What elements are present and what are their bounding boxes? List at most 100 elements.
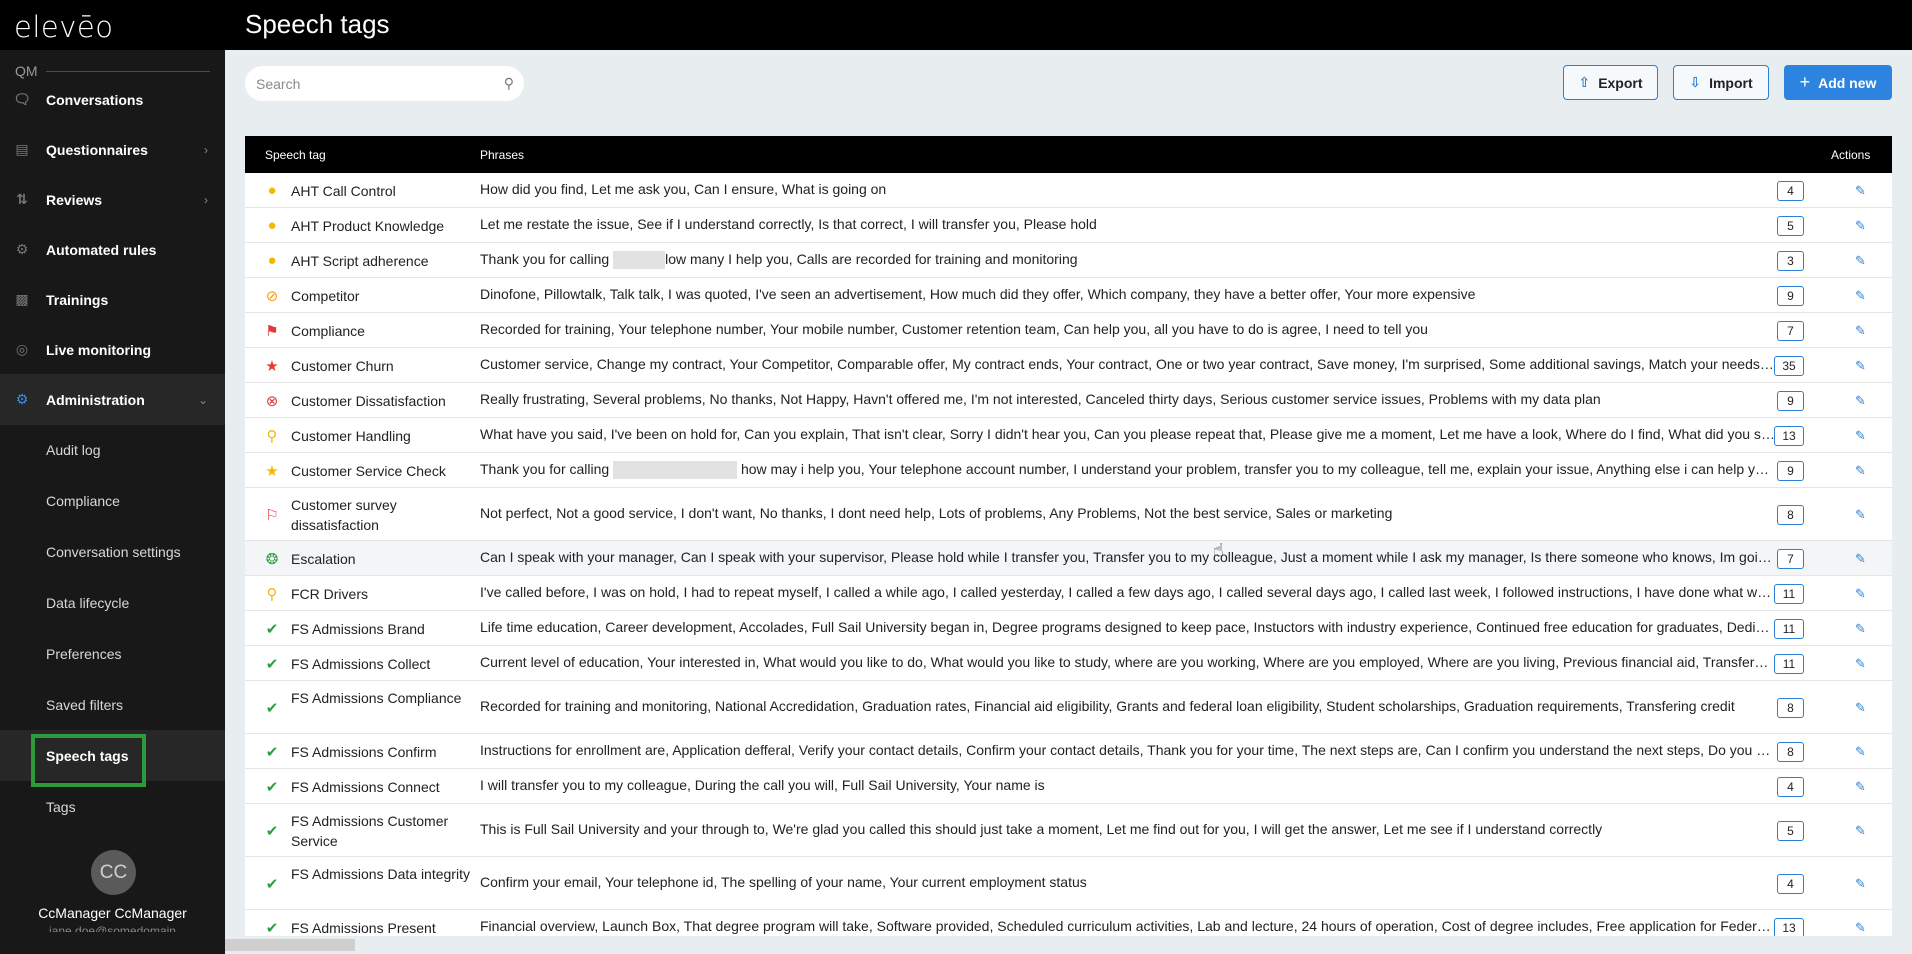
export-button[interactable]: ⇧ Export xyxy=(1563,65,1658,100)
check-icon: ✔ xyxy=(265,875,279,893)
table-row[interactable]: ✔ FS Admissions Compliance Recorded for tr… xyxy=(245,681,1892,734)
sidebar-subitem-compliance[interactable]: Compliance xyxy=(0,475,225,526)
sidebar-subitem-data-lifecycle[interactable]: Data lifecycle xyxy=(0,577,225,628)
speech-tag-phrases: Confirm your email, Your telephone id, T… xyxy=(480,873,1087,890)
table-row[interactable]: ● AHT Script adherence Thank you for calli… xyxy=(245,243,1892,278)
table-row[interactable]: ★ Customer Churn Customer service, Change … xyxy=(245,348,1892,383)
edit-icon[interactable]: ✎ xyxy=(1855,463,1866,479)
search-box[interactable]: ⚲ xyxy=(245,66,524,101)
avatar[interactable]: CC xyxy=(91,850,136,895)
edit-icon[interactable]: ✎ xyxy=(1855,779,1866,795)
phrase-count-badge: 8 xyxy=(1777,741,1804,762)
speech-tag-name: FS Admissions Confirm xyxy=(291,744,437,760)
table-row[interactable]: ✔ FS Admissions Brand Life time education,… xyxy=(245,611,1892,646)
check-icon: ✔ xyxy=(265,743,279,761)
table-row[interactable]: ● AHT Call Control How did you find, Let m… xyxy=(245,173,1892,208)
phrases-text: low many I help you, Calls are recorded … xyxy=(665,250,1078,267)
table-row[interactable]: ✔ FS Admissions Connect I will transfer yo… xyxy=(245,769,1892,804)
table-row[interactable]: ⚲ Customer Handling What have you said, I'… xyxy=(245,418,1892,453)
speech-tag-name: FS Admissions Brand xyxy=(291,621,425,637)
table-header: Speech tag Phrases Actions xyxy=(245,136,1892,173)
sidebar-item-automated-rules[interactable]: ⚙ Automated rules xyxy=(0,224,225,275)
sidebar-item-reviews[interactable]: ⇅ Reviews › xyxy=(0,174,225,225)
sidebar-item-administration[interactable]: ⚙ Administration ⌄ xyxy=(0,374,225,425)
edit-icon[interactable]: ✎ xyxy=(1855,288,1866,304)
edit-icon[interactable]: ✎ xyxy=(1855,507,1866,523)
table-row[interactable]: ★ Customer Service Check Thank you for cal… xyxy=(245,453,1892,488)
table-row[interactable]: ✔ FS Admissions Confirm Instructions for e… xyxy=(245,734,1892,769)
edit-icon[interactable]: ✎ xyxy=(1855,253,1866,269)
sidebar-subitem-tags[interactable]: Tags xyxy=(0,781,225,832)
edit-icon[interactable]: ✎ xyxy=(1855,393,1866,409)
edit-icon[interactable]: ✎ xyxy=(1855,920,1866,936)
sidebar-subitem-speech-tags[interactable]: Speech tags xyxy=(0,730,225,787)
search-input[interactable] xyxy=(256,75,486,92)
edit-icon[interactable]: ✎ xyxy=(1855,823,1866,839)
edit-icon[interactable]: ✎ xyxy=(1855,744,1866,760)
column-header-speech-tag[interactable]: Speech tag xyxy=(265,148,326,162)
sidebar-item-label: Automated rules xyxy=(46,241,157,258)
sidebar-subitem-audit-log[interactable]: Audit log xyxy=(0,424,225,475)
speech-tag-name: FS Admissions Connect xyxy=(291,779,440,795)
edit-icon[interactable]: ✎ xyxy=(1855,358,1866,374)
mouse-cursor-icon: ☝ xyxy=(1213,540,1224,560)
table-row[interactable]: ✔ FS Admissions Customer Service This is F… xyxy=(245,804,1892,857)
logo[interactable]: elevēo xyxy=(14,10,114,44)
star-icon: ★ xyxy=(265,357,279,375)
speech-tag-phrases: Dinofone, Pillowtalk, Talk talk, I was q… xyxy=(480,285,1476,302)
speech-tag-phrases: Current level of education, Your interes… xyxy=(480,653,1775,670)
sidebar-subitem-label: Saved filters xyxy=(46,696,124,713)
table-row[interactable]: ✔ FS Admissions Collect Current level of e… xyxy=(245,646,1892,681)
import-button[interactable]: ⇩ Import xyxy=(1673,65,1769,100)
sidebar-item-conversations[interactable]: 🗨 Conversations xyxy=(0,74,225,125)
edit-icon[interactable]: ✎ xyxy=(1855,183,1866,199)
table-row[interactable]: ⊗ Customer Dissatisfaction Really frustrat… xyxy=(245,383,1892,418)
table-row[interactable]: ❂ Escalation Can I speak with your manager… xyxy=(245,541,1892,576)
phrase-count-badge: 5 xyxy=(1777,215,1804,236)
sidebar-item-label: Reviews xyxy=(46,191,103,208)
sidebar-subitem-preferences[interactable]: Preferences xyxy=(0,628,225,679)
sidebar-subitem-saved-filters[interactable]: Saved filters xyxy=(0,679,225,730)
speech-tag-phrases: Recorded for training, Your telephone nu… xyxy=(480,320,1428,337)
table-row[interactable]: ✔ FS Admissions Data integrity Confirm you… xyxy=(245,857,1892,910)
sidebar-item-questionnaires[interactable]: ▤ Questionnaires › xyxy=(0,124,225,175)
edit-icon[interactable]: ✎ xyxy=(1855,551,1866,567)
check-icon: ✔ xyxy=(265,822,279,840)
phrase-count-badge: 13 xyxy=(1774,917,1804,936)
phrase-count-badge: 3 xyxy=(1777,250,1804,271)
table-row[interactable]: ⚲ FCR Drivers I've called before, I was on… xyxy=(245,576,1892,611)
check-icon: ✔ xyxy=(265,620,279,638)
scrollbar-thumb[interactable] xyxy=(225,939,355,951)
table-row[interactable]: ⚐ Customer survey dissatisfaction Not perf… xyxy=(245,488,1892,541)
phrase-count-badge: 5 xyxy=(1777,820,1804,841)
sidebar: QM 🗨 Conversations ▤ Questionnaires › ⇅ Review… xyxy=(0,50,225,954)
edit-icon[interactable]: ✎ xyxy=(1855,621,1866,637)
edit-icon[interactable]: ✎ xyxy=(1855,700,1866,716)
edit-icon[interactable]: ✎ xyxy=(1855,656,1866,672)
edit-icon[interactable]: ✎ xyxy=(1855,876,1866,892)
speech-tag-name: Competitor xyxy=(291,288,360,304)
sidebar-subitem-label: Data lifecycle xyxy=(46,594,130,611)
horizontal-scrollbar[interactable] xyxy=(225,936,1912,954)
phrase-count-badge: 11 xyxy=(1774,618,1804,639)
edit-icon[interactable]: ✎ xyxy=(1855,218,1866,234)
table-row[interactable]: ● AHT Product Knowledge Let me restate the… xyxy=(245,208,1892,243)
sidebar-item-live-monitoring[interactable]: ◎ Live monitoring xyxy=(0,324,225,375)
edit-icon[interactable]: ✎ xyxy=(1855,428,1866,444)
sidebar-item-trainings[interactable]: ▩ Trainings xyxy=(0,274,225,325)
speech-tag-phrases: Really frustrating, Several problems, No… xyxy=(480,390,1601,407)
speech-tag-phrases: I will transfer you to my colleague, Dur… xyxy=(480,776,1045,793)
sidebar-subitem-label: Conversation settings xyxy=(46,543,181,560)
add-new-button[interactable]: + Add new xyxy=(1784,65,1892,100)
sidebar-subitem-conversation-settings[interactable]: Conversation settings xyxy=(0,526,225,577)
search-icon[interactable]: ⚲ xyxy=(504,75,514,92)
chevron-right-icon: › xyxy=(204,142,208,157)
edit-icon[interactable]: ✎ xyxy=(1855,586,1866,602)
edit-icon[interactable]: ✎ xyxy=(1855,323,1866,339)
table-row[interactable]: ⚑ Compliance Recorded for training, Your t… xyxy=(245,313,1892,348)
sidebar-item-label: Administration xyxy=(46,391,145,408)
speech-tag-name: FS Admissions Compliance xyxy=(291,690,462,706)
table-row[interactable]: ⊘ Competitor Dinofone, Pillowtalk, Talk ta… xyxy=(245,278,1892,313)
speech-tag-name: FS Admissions Present xyxy=(291,920,436,936)
table-row[interactable]: ✔ FS Admissions Present Financial overview… xyxy=(245,910,1892,936)
